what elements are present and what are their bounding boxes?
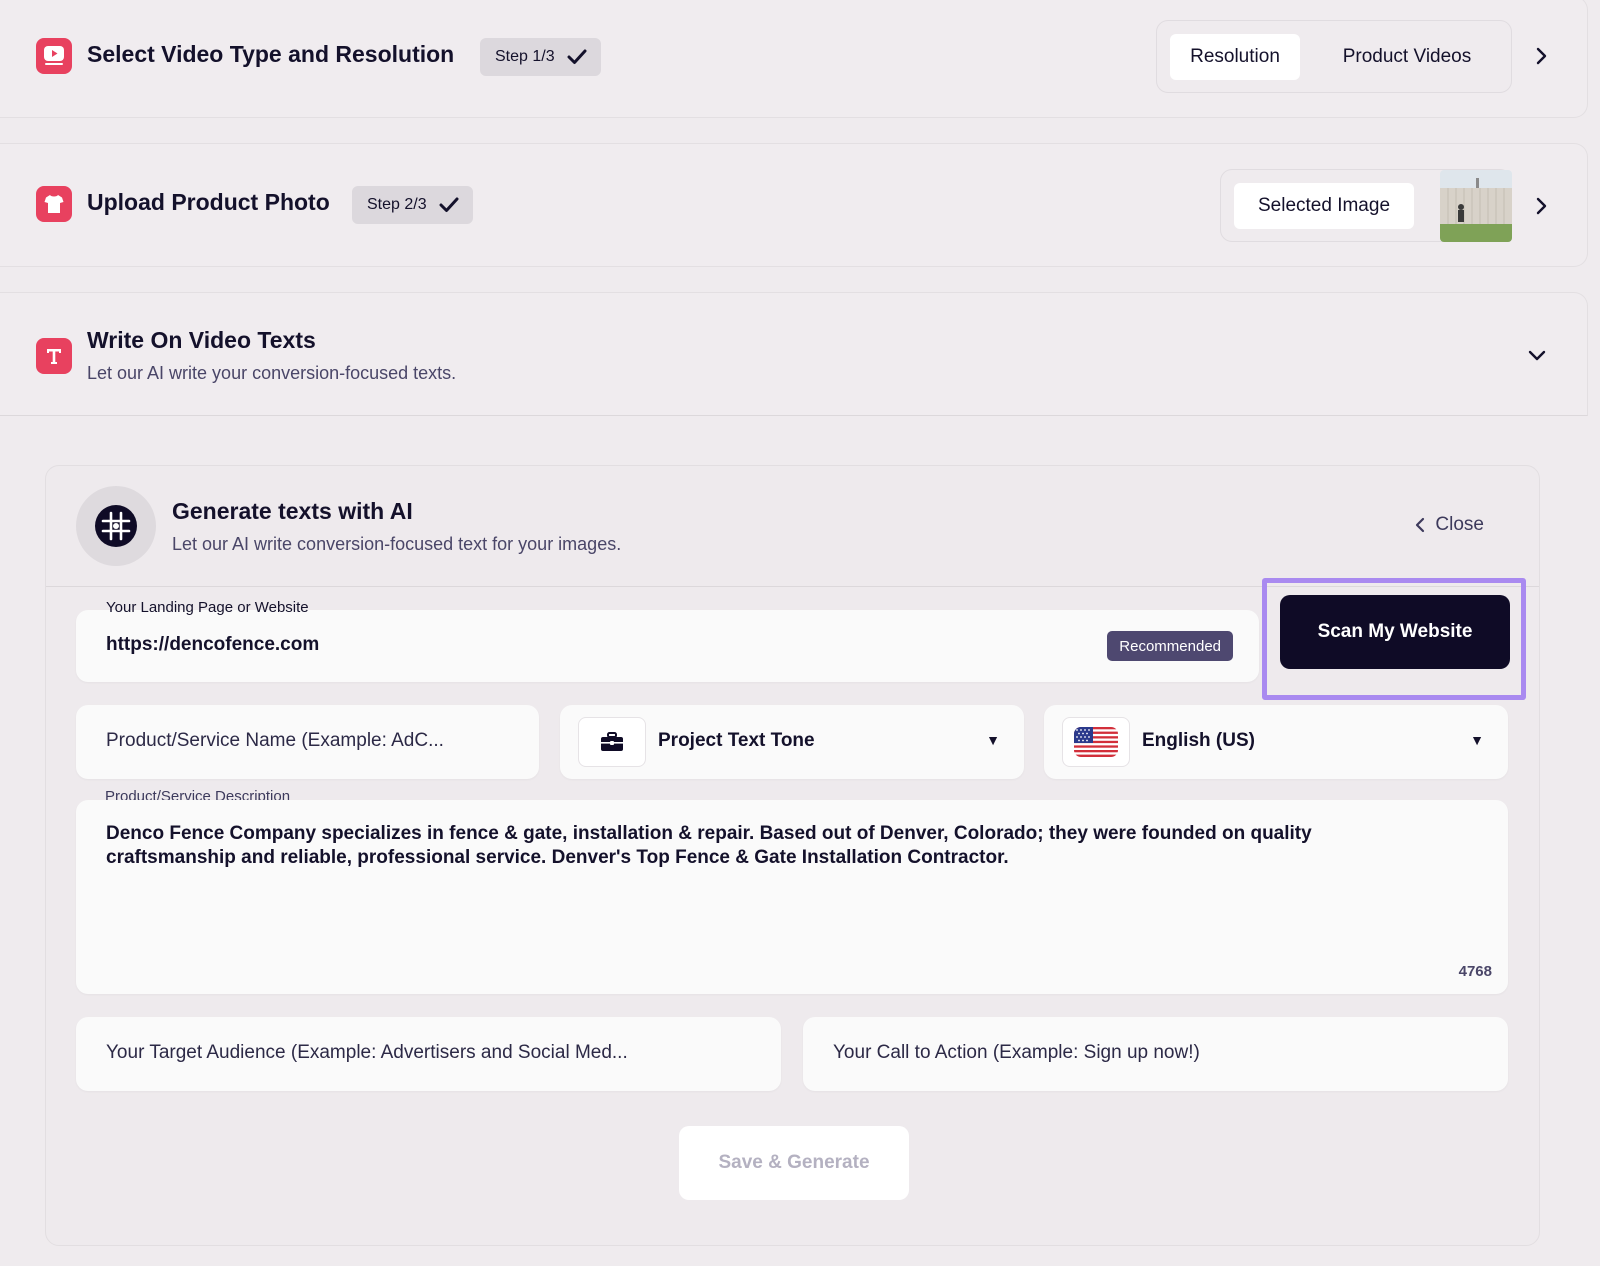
- text-tone-value: Project Text Tone: [658, 730, 815, 751]
- step-title: Upload Product Photo: [87, 189, 330, 215]
- description-textarea[interactable]: Denco Fence Company specializes in fence…: [76, 800, 1508, 994]
- step-badge: Step 1/3: [480, 38, 601, 76]
- save-generate-button[interactable]: Save & Generate: [679, 1126, 909, 1200]
- chevron-right-icon[interactable]: [1529, 194, 1553, 218]
- us-flag-icon: [1062, 717, 1130, 767]
- website-field[interactable]: https://dencofence.com Recommended: [76, 610, 1259, 682]
- close-button[interactable]: Close: [1415, 514, 1484, 536]
- step-badge-label: Step 1/3: [495, 48, 555, 65]
- video-option-toggle: Resolution Product Videos: [1156, 20, 1512, 93]
- product-name-placeholder: Product/Service Name (Example: AdC...: [106, 730, 444, 751]
- step-upload-photo[interactable]: Upload Product Photo Step 2/3 Selected I…: [0, 143, 1588, 267]
- selected-image-label: Selected Image: [1234, 183, 1414, 229]
- step-title: Select Video Type and Resolution: [87, 41, 455, 67]
- close-label: Close: [1435, 514, 1484, 535]
- language-select[interactable]: English (US) ▼: [1044, 705, 1508, 779]
- shirt-icon: [36, 186, 72, 222]
- language-value: English (US): [1142, 730, 1255, 751]
- text-t-icon: [36, 338, 72, 374]
- step-video-texts[interactable]: Write On Video Texts Let our AI write yo…: [0, 292, 1588, 416]
- check-icon: [439, 197, 459, 212]
- scan-website-button[interactable]: Scan My Website: [1280, 595, 1510, 669]
- call-to-action-field[interactable]: Your Call to Action (Example: Sign up no…: [803, 1017, 1508, 1091]
- website-input-value[interactable]: https://dencofence.com: [106, 634, 319, 656]
- chevron-down-icon[interactable]: [1525, 343, 1549, 367]
- text-tone-select[interactable]: Project Text Tone ▼: [560, 705, 1024, 779]
- chevron-right-icon[interactable]: [1529, 44, 1553, 68]
- ai-card-title: Generate texts with AI: [172, 498, 413, 524]
- briefcase-icon: [578, 717, 646, 767]
- description-value[interactable]: Denco Fence Company specializes in fence…: [106, 822, 1366, 870]
- target-audience-placeholder: Your Target Audience (Example: Advertise…: [106, 1042, 628, 1063]
- caret-down-icon: ▼: [986, 732, 1000, 748]
- call-to-action-placeholder: Your Call to Action (Example: Sign up no…: [833, 1042, 1200, 1063]
- step-badge: Step 2/3: [352, 186, 473, 224]
- step-title: Write On Video Texts: [87, 327, 316, 353]
- chevron-left-icon: [1416, 517, 1425, 533]
- caret-down-icon: ▼: [1470, 732, 1484, 748]
- step-subtitle: Let our AI write your conversion-focused…: [87, 363, 457, 383]
- video-play-icon: [36, 38, 72, 74]
- step-badge-label: Step 2/3: [367, 196, 427, 213]
- selected-image-box: Selected Image: [1220, 169, 1512, 242]
- step-video-type[interactable]: Select Video Type and Resolution Step 1/…: [0, 0, 1588, 118]
- check-icon: [567, 49, 587, 64]
- product-videos-tab[interactable]: Product Videos: [1317, 34, 1497, 80]
- target-audience-field[interactable]: Your Target Audience (Example: Advertise…: [76, 1017, 781, 1091]
- brain-icon: [76, 486, 156, 566]
- product-thumbnail[interactable]: [1440, 170, 1512, 242]
- recommended-badge: Recommended: [1107, 631, 1233, 661]
- website-label: Your Landing Page or Website: [106, 599, 309, 616]
- product-name-field[interactable]: Product/Service Name (Example: AdC...: [76, 705, 539, 779]
- ai-card-subtitle: Let our AI write conversion-focused text…: [172, 534, 622, 554]
- ai-generate-card: Generate texts with AI Let our AI write …: [45, 465, 1540, 1246]
- resolution-tab[interactable]: Resolution: [1170, 34, 1300, 80]
- char-count: 4768: [1458, 963, 1492, 980]
